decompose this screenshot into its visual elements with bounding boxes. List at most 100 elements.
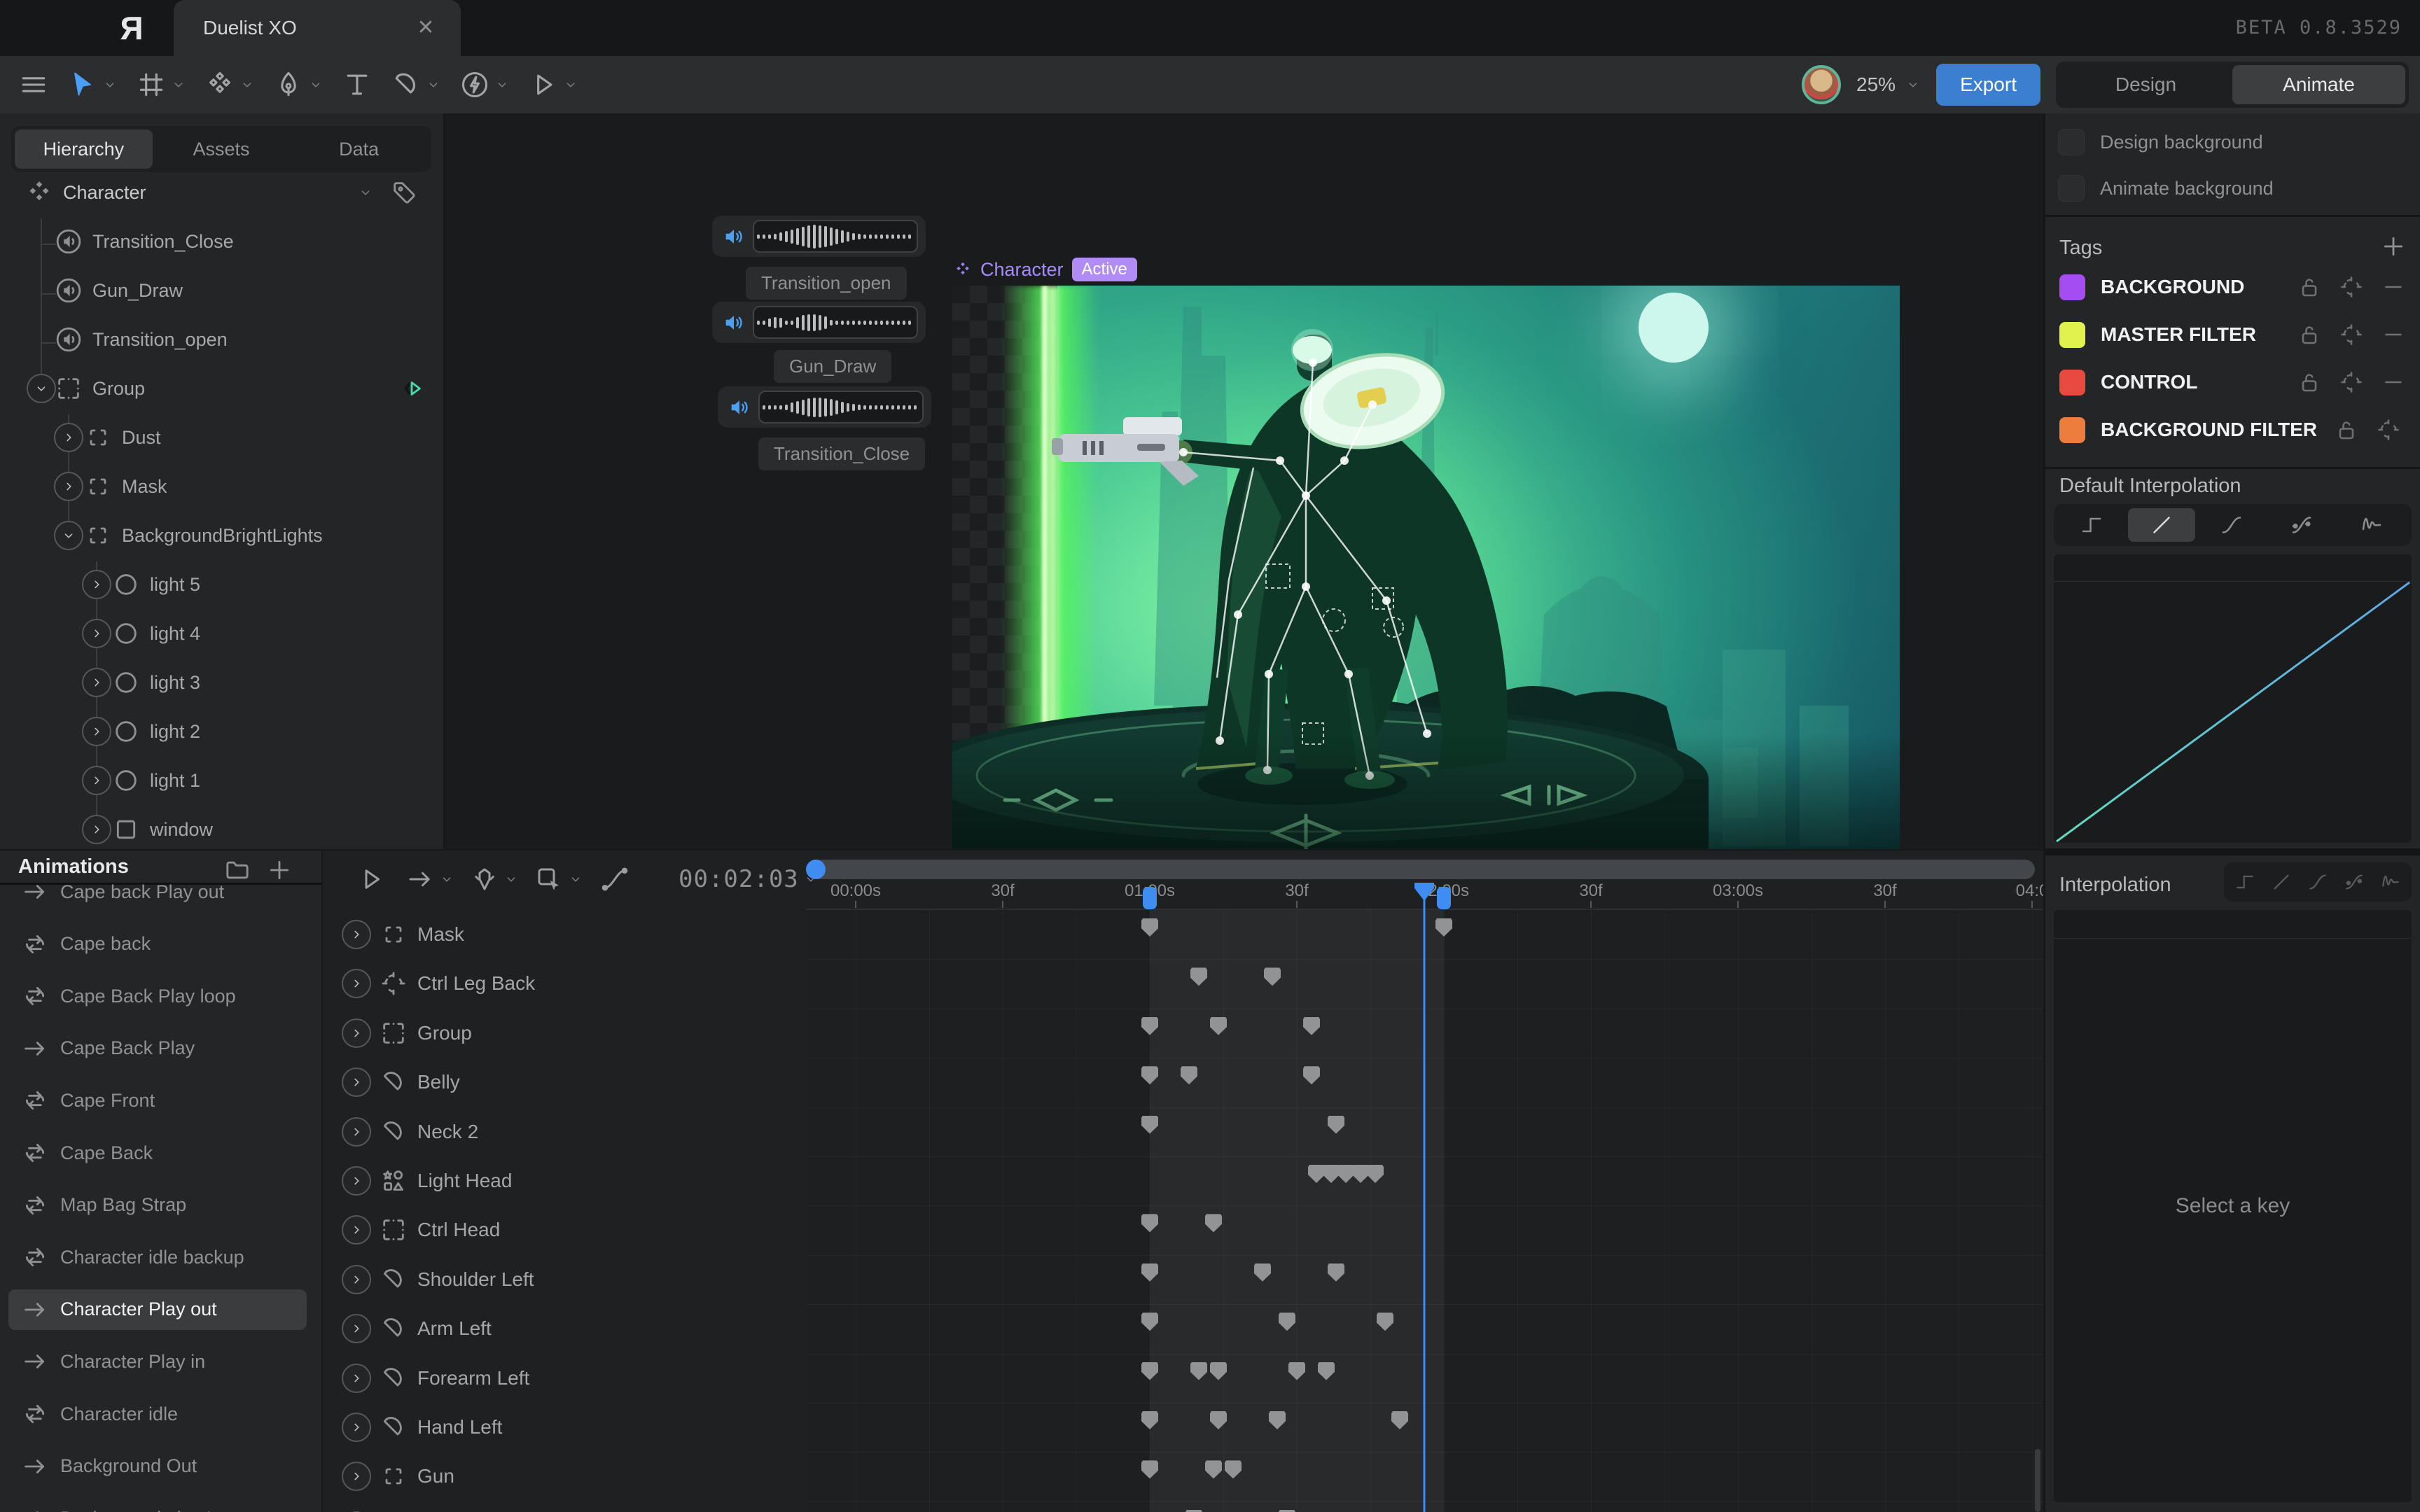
export-button[interactable]: Export: [1936, 64, 2040, 106]
animation-item[interactable]: Cape back: [8, 924, 307, 965]
chevron-down-icon[interactable]: [239, 77, 255, 92]
curve-icon[interactable]: [600, 864, 630, 894]
checkbox[interactable]: [2058, 175, 2085, 202]
chevron-down-icon[interactable]: [358, 185, 373, 200]
animation-item[interactable]: Cape Back Play: [8, 1028, 307, 1069]
play-badge-icon[interactable]: [400, 377, 424, 400]
expand-toggle[interactable]: [342, 1462, 371, 1491]
bone-tool[interactable]: [391, 69, 422, 100]
expand-toggle[interactable]: [342, 1018, 371, 1048]
tag-color-swatch[interactable]: [2059, 274, 2085, 300]
animation-item[interactable]: Map Bag Strap: [8, 1185, 307, 1226]
tree-item[interactable]: Gun_Draw: [0, 270, 443, 312]
text-tool[interactable]: [342, 69, 373, 100]
tree-item[interactable]: Character: [0, 172, 443, 214]
animation-item[interactable]: Character Play out: [8, 1289, 307, 1330]
timeline-scrollbar[interactable]: [806, 860, 2035, 879]
chevron-down-icon[interactable]: [563, 77, 578, 92]
shapes-tool[interactable]: [204, 69, 235, 100]
tag-row[interactable]: MASTER FILTER: [2059, 316, 2406, 353]
expand-toggle[interactable]: [82, 619, 111, 648]
expand-toggle[interactable]: [342, 1413, 371, 1442]
minus-icon[interactable]: [2381, 274, 2406, 300]
timeline-track[interactable]: Forearm Left: [323, 1357, 806, 1399]
timeline-track[interactable]: Gun: [323, 1455, 806, 1497]
tree-item[interactable]: light 3: [0, 662, 443, 704]
tree-item[interactable]: Transition_Close: [0, 220, 443, 262]
expand-toggle[interactable]: [54, 521, 83, 550]
tag-color-swatch[interactable]: [2059, 322, 2085, 348]
audio-event[interactable]: [718, 386, 931, 428]
timeline-track[interactable]: Map Bag Strap: [323, 1505, 806, 1512]
timeline-track[interactable]: Ctrl Head: [323, 1209, 806, 1251]
timeline-track[interactable]: Light Head: [323, 1160, 806, 1202]
spring-interpolation-button[interactable]: [2374, 867, 2407, 897]
tree-item[interactable]: BackgroundBrightLights: [0, 514, 443, 556]
timeline-scrollbar-handle[interactable]: [806, 860, 826, 879]
bezier-interpolation-button[interactable]: [2268, 508, 2335, 542]
animate-mode-button[interactable]: Animate: [2232, 65, 2405, 104]
timeline-track[interactable]: Group: [323, 1012, 806, 1054]
chevron-down-icon[interactable]: [102, 77, 118, 92]
animation-item[interactable]: Background Out: [8, 1446, 307, 1487]
tag-row[interactable]: BACKGROUND: [2059, 269, 2406, 305]
timeline-track[interactable]: Ctrl Leg Back: [323, 962, 806, 1004]
expand-toggle[interactable]: [82, 668, 111, 697]
artboard-title[interactable]: Character Active: [954, 258, 1137, 281]
tag-icon[interactable]: [390, 178, 418, 206]
tree-item[interactable]: Dust: [0, 416, 443, 458]
avatar[interactable]: [1802, 65, 1841, 104]
expand-toggle[interactable]: [342, 1314, 371, 1343]
expand-toggle[interactable]: [54, 423, 83, 452]
lock-icon[interactable]: [2334, 417, 2359, 442]
tree-item[interactable]: light 1: [0, 760, 443, 802]
expand-toggle[interactable]: [342, 1166, 371, 1196]
timeline-vertical-scrollbar[interactable]: [2035, 1449, 2040, 1512]
chevron-down-icon[interactable]: [308, 77, 324, 92]
chevron-down-icon[interactable]: [439, 872, 454, 887]
lightning-tool[interactable]: [459, 69, 490, 100]
chevron-down-icon[interactable]: [426, 77, 441, 92]
timeline-track[interactable]: Shoulder Left: [323, 1259, 806, 1301]
chevron-down-icon[interactable]: [568, 872, 583, 887]
animation-item[interactable]: Character idle backup: [8, 1237, 307, 1278]
expand-toggle[interactable]: [342, 1364, 371, 1393]
current-time[interactable]: 00:02:03: [679, 865, 799, 893]
target-icon[interactable]: [2339, 274, 2364, 300]
tree-item[interactable]: Group: [0, 368, 443, 410]
frame-tool[interactable]: [136, 69, 167, 100]
expand-toggle[interactable]: [82, 570, 111, 599]
step-interpolation-button[interactable]: [2228, 867, 2262, 897]
linear-interpolation-button[interactable]: [2265, 867, 2298, 897]
pen-tool[interactable]: [273, 69, 304, 100]
audio-event[interactable]: [712, 302, 926, 343]
tag-row[interactable]: CONTROL: [2059, 364, 2406, 400]
expand-toggle[interactable]: [342, 969, 371, 998]
timeline-track[interactable]: Belly: [323, 1061, 806, 1103]
animation-item[interactable]: Cape Back: [8, 1133, 307, 1173]
expand-toggle[interactable]: [342, 920, 371, 949]
tree-item[interactable]: window: [0, 808, 443, 849]
expand-toggle[interactable]: [342, 1068, 371, 1097]
play-button[interactable]: [356, 864, 386, 894]
file-tab[interactable]: Duelist XO ✕: [174, 0, 461, 56]
close-icon[interactable]: ✕: [415, 17, 437, 39]
minus-icon[interactable]: [2381, 370, 2406, 395]
timeline-track[interactable]: Arm Left: [323, 1308, 806, 1350]
tree-item[interactable]: Transition_open: [0, 318, 443, 360]
lock-icon[interactable]: [2297, 322, 2322, 347]
lock-icon[interactable]: [2297, 370, 2322, 395]
ease-interpolation-button[interactable]: [2301, 867, 2335, 897]
timeline-marker[interactable]: [1437, 887, 1451, 909]
tag-color-swatch[interactable]: [2059, 370, 2085, 396]
play-tool[interactable]: [528, 69, 559, 100]
target-icon[interactable]: [2339, 322, 2364, 347]
spring-interpolation-button[interactable]: [2338, 508, 2405, 542]
expand-toggle[interactable]: [82, 766, 111, 795]
menu-tool[interactable]: [18, 69, 49, 100]
timeline-track[interactable]: Mask: [323, 913, 806, 955]
expand-toggle[interactable]: [342, 1117, 371, 1147]
tree-item[interactable]: Mask: [0, 465, 443, 507]
tab-data[interactable]: Data: [290, 130, 428, 169]
chevron-down-icon[interactable]: [494, 77, 510, 92]
